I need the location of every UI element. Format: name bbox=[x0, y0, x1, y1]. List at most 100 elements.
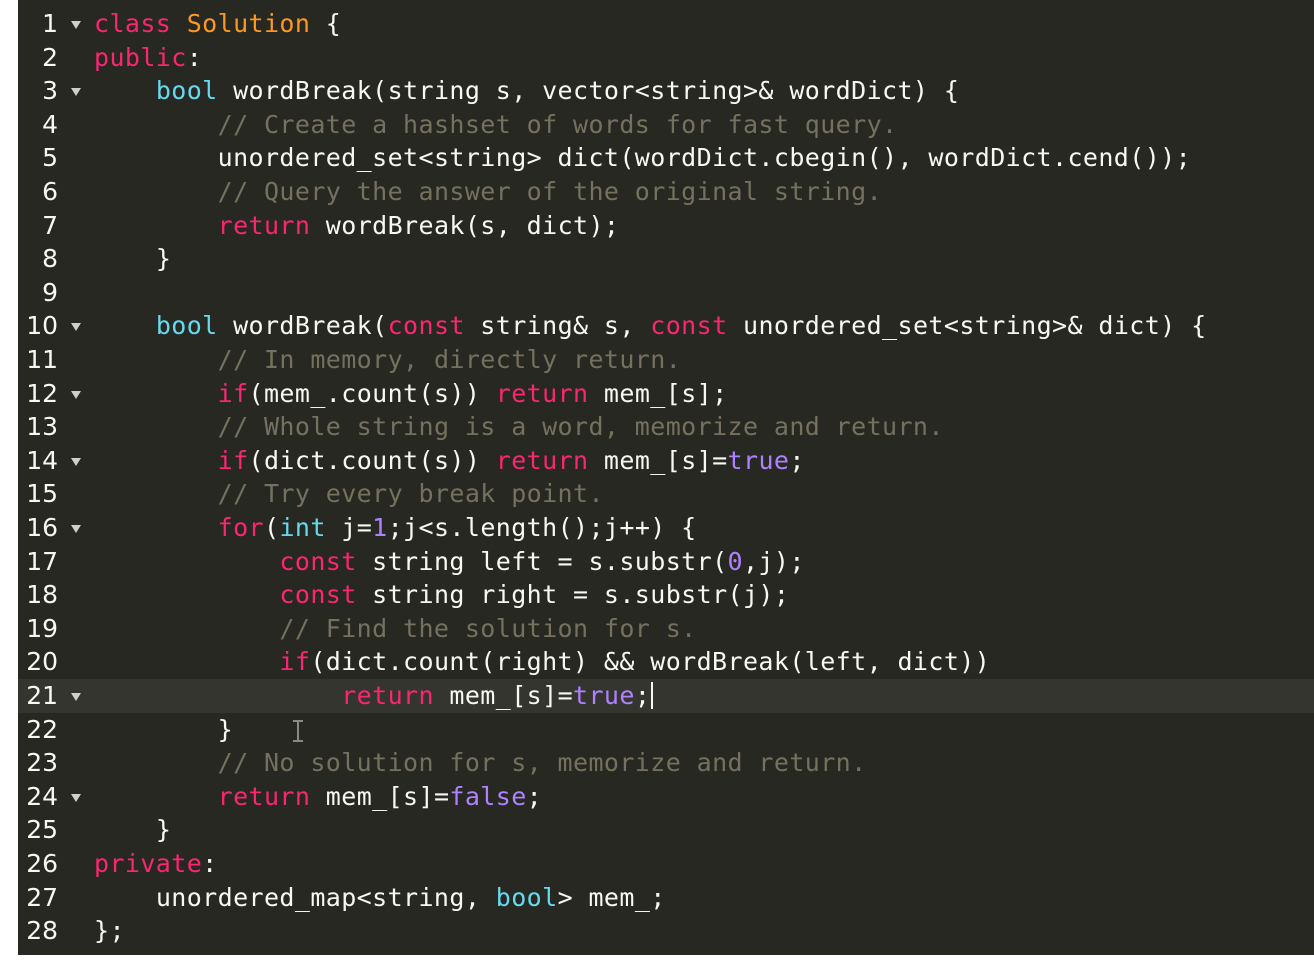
code-token-keyword: const bbox=[279, 580, 357, 610]
code-text: // No solution for s, memorize and retur… bbox=[94, 749, 867, 777]
code-line[interactable]: 19 // Find the solution for s. bbox=[18, 612, 1314, 646]
code-text: class Solution { bbox=[94, 10, 341, 38]
code-token-plain: ;j<s.length();j++) { bbox=[387, 513, 697, 542]
code-text: for(int j=1;j<s.length();j++) { bbox=[94, 514, 697, 542]
line-number: 22 bbox=[26, 714, 58, 744]
code-token-plain: wordBreak(s, dict); bbox=[310, 210, 620, 240]
code-token-keyword: return bbox=[217, 210, 311, 240]
code-token-plain: ; bbox=[634, 681, 651, 710]
code-token-constant: false bbox=[449, 781, 527, 811]
code-line[interactable]: 15 // Try every break point. bbox=[18, 477, 1314, 511]
fold-arrow-icon[interactable] bbox=[71, 21, 81, 29]
code-line[interactable]: 10 bool wordBreak(const string& s, const… bbox=[18, 309, 1314, 343]
line-gutter: 19 bbox=[18, 612, 88, 646]
fold-arrow-icon[interactable] bbox=[71, 390, 81, 399]
line-number: 16 bbox=[26, 513, 58, 542]
code-line[interactable]: 5 unordered_set<string> dict(wordDict.cb… bbox=[18, 141, 1314, 175]
line-number: 6 bbox=[42, 177, 58, 206]
code-line[interactable]: 1 class Solution { bbox=[18, 7, 1314, 41]
code-token-plain: ,j); bbox=[742, 546, 805, 576]
line-gutter: 10 bbox=[18, 309, 88, 343]
code-line[interactable]: 3 bool wordBreak(string s, vector<string… bbox=[18, 74, 1314, 108]
line-gutter: 17 bbox=[18, 545, 88, 579]
code-text: bool wordBreak(string s, vector<string>&… bbox=[94, 77, 959, 105]
code-token-class: Solution bbox=[186, 9, 311, 38]
fold-arrow-icon[interactable] bbox=[71, 88, 81, 97]
line-gutter: 11 bbox=[18, 343, 88, 377]
code-token-plain: string& s, bbox=[464, 311, 651, 341]
code-line[interactable]: 4 // Create a hashset of words for fast … bbox=[18, 108, 1314, 142]
code-line[interactable]: 21 return mem_[s]=true; bbox=[18, 679, 1314, 713]
code-text: // Create a hashset of words for fast qu… bbox=[94, 110, 897, 139]
code-line[interactable]: 16 for(int j=1;j<s.length();j++) { bbox=[18, 511, 1314, 545]
code-line[interactable]: 13 // Whole string is a word, memorize a… bbox=[18, 410, 1314, 444]
fold-arrow-icon[interactable] bbox=[71, 323, 81, 332]
code-line[interactable]: 7 return wordBreak(s, dict); bbox=[18, 209, 1314, 243]
fold-arrow-icon[interactable] bbox=[71, 693, 81, 701]
code-token-plain: ( bbox=[263, 513, 280, 542]
line-number: 23 bbox=[26, 748, 58, 778]
code-line[interactable]: 20 if(dict.count(right) && wordBreak(lef… bbox=[18, 645, 1314, 679]
line-number: 19 bbox=[26, 613, 58, 643]
code-token-keyword: const bbox=[387, 311, 465, 341]
line-gutter: 23 bbox=[18, 746, 88, 780]
line-number: 12 bbox=[26, 378, 58, 408]
line-number: 10 bbox=[26, 311, 58, 341]
code-token-comment: // Find the solution for s. bbox=[279, 613, 697, 643]
code-line[interactable]: 8 } bbox=[18, 242, 1314, 276]
line-number: 26 bbox=[26, 849, 58, 878]
code-token-storage: bool bbox=[495, 882, 558, 912]
code-token-plain: ; bbox=[789, 445, 805, 475]
line-number: 18 bbox=[26, 580, 58, 610]
code-token-keyword: private bbox=[94, 849, 203, 878]
line-number: 3 bbox=[42, 76, 58, 106]
code-editor[interactable]: 1 class Solution {2 public: 3 bool wordBrea… bbox=[18, 0, 1314, 955]
code-line[interactable]: 24 return mem_[s]=false; bbox=[18, 780, 1314, 814]
code-line[interactable]: 18 const string right = s.substr(j); bbox=[18, 578, 1314, 612]
code-token-comment: // In memory, directly return. bbox=[217, 345, 682, 374]
text-caret bbox=[651, 682, 654, 709]
line-gutter: 12 bbox=[18, 377, 88, 411]
code-token-plain: string left = s.substr( bbox=[356, 546, 728, 576]
code-line[interactable]: 25 } bbox=[18, 813, 1314, 847]
code-text: return mem_[s]=true; bbox=[94, 681, 654, 710]
code-line[interactable]: 11 // In memory, directly return. bbox=[18, 343, 1314, 377]
fold-arrow-icon[interactable] bbox=[71, 457, 81, 466]
line-gutter: 13 bbox=[18, 410, 88, 444]
code-line[interactable]: 12 if(mem_.count(s)) return mem_[s]; bbox=[18, 377, 1314, 411]
code-line[interactable]: 28}; bbox=[18, 914, 1314, 948]
code-line[interactable]: 2 public: bbox=[18, 41, 1314, 75]
line-gutter: 8 bbox=[18, 242, 88, 276]
code-token-constant: true bbox=[727, 445, 790, 475]
code-token-plain: }; bbox=[94, 916, 125, 946]
fold-arrow-icon[interactable] bbox=[71, 793, 81, 802]
line-number: 9 bbox=[42, 277, 58, 307]
code-line[interactable]: 9 bbox=[18, 276, 1314, 310]
code-token-keyword: const bbox=[650, 311, 728, 341]
code-token-keyword: return bbox=[495, 378, 589, 408]
fold-arrow-icon[interactable] bbox=[71, 525, 81, 533]
line-gutter: 18 bbox=[18, 578, 88, 612]
code-line[interactable]: 14 if(dict.count(s)) return mem_[s]=true… bbox=[18, 444, 1314, 478]
code-line[interactable]: 26 private: bbox=[18, 847, 1314, 881]
code-line[interactable]: 27 unordered_map<string, bool> mem_; bbox=[18, 881, 1314, 915]
code-token-keyword: const bbox=[279, 546, 357, 576]
line-gutter: 24 bbox=[18, 780, 88, 814]
code-token-plain: mem_[s]= bbox=[588, 445, 728, 475]
line-number: 27 bbox=[26, 882, 58, 912]
line-number: 15 bbox=[26, 479, 58, 509]
code-token-keyword: class bbox=[94, 9, 187, 38]
code-text: // Whole string is a word, memorize and … bbox=[94, 413, 944, 441]
code-line[interactable]: 23 // No solution for s, memorize and re… bbox=[18, 746, 1314, 780]
code-line[interactable]: 6 // Query the answer of the original st… bbox=[18, 175, 1314, 209]
code-line[interactable]: 17 const string left = s.substr(0,j); bbox=[18, 545, 1314, 579]
code-line[interactable]: 22 } bbox=[18, 713, 1314, 747]
line-number: 11 bbox=[26, 345, 58, 374]
code-token-keyword: if bbox=[217, 378, 249, 408]
line-gutter: 2 bbox=[18, 41, 88, 75]
line-gutter: 21 bbox=[18, 679, 88, 713]
code-token-keyword: if bbox=[279, 647, 311, 677]
